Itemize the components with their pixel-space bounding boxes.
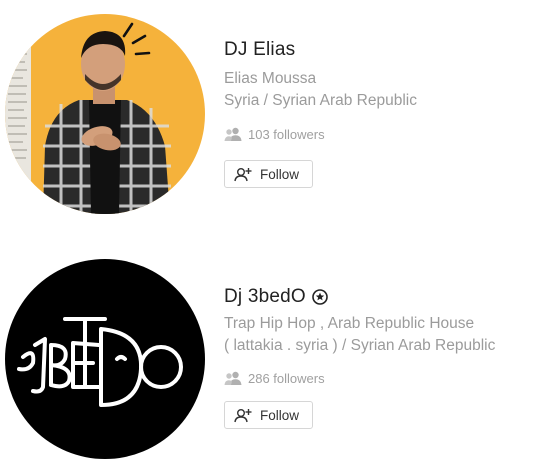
follow-button[interactable]: Follow xyxy=(224,160,314,188)
avatar[interactable] xyxy=(5,14,205,214)
genres: Trap Hip Hop , Arab Republic House xyxy=(224,315,475,332)
users-icon xyxy=(224,127,242,141)
user-result: DJ Elias Elias Moussa Syria / Syrian Ara… xyxy=(0,0,548,230)
avatar-photo xyxy=(5,14,205,214)
user-details: Elias Moussa Syria / Syrian Arab Republi… xyxy=(224,68,417,112)
full-name: Elias Moussa xyxy=(224,70,317,87)
user-plus-icon xyxy=(234,408,252,422)
user-result: Dj 3bedO Trap Hip Hop , Arab Republic Ho… xyxy=(0,245,548,467)
user-details: Trap Hip Hop , Arab Republic House ( lat… xyxy=(224,313,495,357)
pro-badge-icon xyxy=(312,289,328,305)
avatar[interactable] xyxy=(5,259,205,459)
user-info: DJ Elias Elias Moussa Syria / Syrian Ara… xyxy=(224,38,417,188)
followers-text: 103 followers xyxy=(248,126,325,142)
user-name-text[interactable]: DJ Elias xyxy=(224,39,295,61)
avatar-logo xyxy=(5,259,205,459)
user-name-text[interactable]: Dj 3bedO xyxy=(224,286,306,308)
location: ( lattakia . syria ) / Syrian Arab Repub… xyxy=(224,337,496,354)
user-name[interactable]: Dj 3bedO xyxy=(224,285,495,309)
follow-button[interactable]: Follow xyxy=(224,401,314,429)
followers-count: 103 followers xyxy=(224,125,417,143)
user-info: Dj 3bedO Trap Hip Hop , Arab Republic Ho… xyxy=(224,285,495,429)
location: Syria / Syrian Arab Republic xyxy=(224,92,417,109)
followers-count: 286 followers xyxy=(224,369,495,387)
user-plus-icon xyxy=(234,167,252,181)
users-icon xyxy=(224,371,242,385)
follow-button-label: Follow xyxy=(260,166,300,182)
user-name[interactable]: DJ Elias xyxy=(224,38,417,62)
follow-button-label: Follow xyxy=(260,407,300,423)
followers-text: 286 followers xyxy=(248,370,325,386)
